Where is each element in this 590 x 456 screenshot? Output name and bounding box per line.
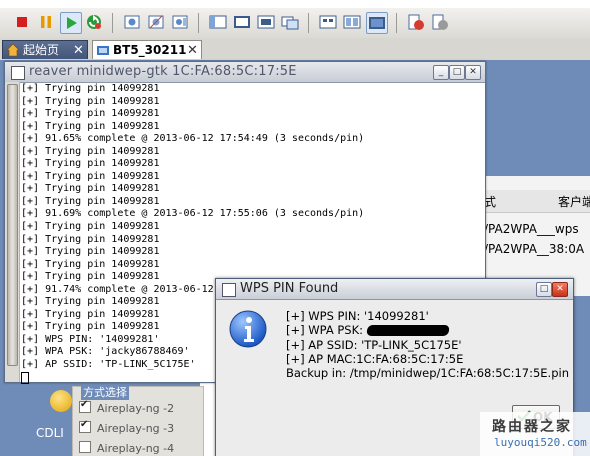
tab-bt5[interactable]: BT5_30211 ✕ bbox=[92, 40, 202, 59]
toolbar-separator bbox=[112, 13, 113, 33]
tab-label: BT5_30211 bbox=[113, 43, 187, 57]
terminal-line: [+] Trying pin 14099281 bbox=[21, 195, 160, 207]
revert-icon[interactable] bbox=[146, 12, 166, 32]
snapshot-manager-icon[interactable] bbox=[170, 12, 190, 32]
dialog-title: WPS PIN Found bbox=[240, 281, 339, 296]
unity-icon[interactable] bbox=[280, 12, 300, 32]
option-label: Aireplay-ng -4 bbox=[97, 442, 175, 455]
terminal-line: [+] Trying pin 14099281 bbox=[21, 120, 160, 132]
close-icon[interactable]: ✕ bbox=[187, 41, 198, 60]
maximize-button[interactable]: □ bbox=[449, 65, 465, 80]
checkbox[interactable] bbox=[79, 419, 91, 433]
ap-mac-line: [+] AP MAC:1C:FA:68:5C:17:5E bbox=[286, 351, 464, 366]
terminal-line: [+] Trying pin 14099281 bbox=[21, 108, 160, 120]
watermark-url: luyouqi520.com bbox=[494, 436, 587, 449]
option-aireplay-3[interactable]: Aireplay-ng -3 bbox=[79, 419, 175, 435]
list-item[interactable]: /PA2WPA___wps bbox=[484, 222, 579, 236]
toolbar bbox=[0, 8, 590, 39]
client-list-header: 式 客户端 bbox=[482, 190, 590, 213]
option-aireplay-2[interactable]: Aireplay-ng -2 bbox=[79, 399, 175, 415]
checkbox[interactable] bbox=[79, 441, 91, 453]
stop-icon[interactable] bbox=[12, 12, 32, 32]
wpa-psk-line: [+] WPA PSK: bbox=[286, 323, 367, 338]
ap-ssid-line: [+] AP SSID: 'TP-LINK_5C175E' bbox=[286, 337, 462, 352]
vm-icon bbox=[97, 46, 109, 55]
watermark: 路由器之家 luyouqi520.com bbox=[480, 412, 590, 456]
toolbar-separator bbox=[396, 13, 397, 33]
fullscreen-icon[interactable] bbox=[232, 12, 252, 32]
terminal-line: [+] Trying pin 14099281 bbox=[21, 233, 160, 245]
scrollbar-thumb[interactable] bbox=[7, 84, 18, 366]
list-item[interactable]: /PA2WPA__38:0A bbox=[484, 242, 584, 256]
terminal-line: [+] Trying pin 14099281 bbox=[21, 83, 160, 94]
dialog-titlebar[interactable]: WPS PIN Found □ ✕ bbox=[216, 279, 573, 300]
wps-pin-line: [+] WPS PIN: '14099281' bbox=[286, 309, 429, 323]
refresh-icon[interactable] bbox=[84, 12, 104, 32]
column-header: 客户端 bbox=[558, 195, 590, 209]
terminal-line: [+] Trying pin 14099281 bbox=[21, 170, 160, 182]
option-aireplay-4[interactable]: Aireplay-ng -4 bbox=[79, 441, 174, 455]
terminal-line: [+] Trying pin 14099281 bbox=[21, 183, 160, 195]
minimize-button[interactable]: _ bbox=[433, 65, 449, 80]
thumbnail-icon[interactable] bbox=[342, 12, 362, 32]
toolbar-separator bbox=[308, 13, 309, 33]
home-icon bbox=[6, 43, 20, 57]
usb-icon[interactable] bbox=[430, 12, 450, 32]
terminal-line: [+] Trying pin 14099281 bbox=[21, 246, 160, 258]
close-button[interactable]: ✕ bbox=[465, 65, 481, 80]
close-button[interactable]: ✕ bbox=[552, 282, 568, 297]
terminal-line: [+] Trying pin 14099281 bbox=[21, 145, 160, 157]
tab-strip: 起始页 ✕ BT5_30211 ✕ bbox=[0, 38, 590, 61]
terminal-line: [+] Trying pin 14099281 bbox=[21, 158, 160, 170]
backup-path-line: Backup in: /tmp/minidwep/1C:FA:68:5C:17:… bbox=[286, 366, 569, 381]
option-label: Aireplay-ng -3 bbox=[97, 422, 175, 435]
tab-label: 起始页 bbox=[23, 43, 60, 57]
console-view-icon[interactable] bbox=[318, 12, 338, 32]
full-screen-mode-icon[interactable] bbox=[366, 12, 388, 34]
window-icon bbox=[222, 283, 236, 297]
terminal-line: [+] 91.69% complete @ 2013-06-12 17:55:0… bbox=[21, 208, 365, 220]
info-icon bbox=[229, 310, 267, 348]
window-title: reaver minidwep-gtk 1C:FA:68:5C:17:5E bbox=[29, 64, 297, 79]
devices-icon[interactable] bbox=[406, 12, 426, 32]
menu-bar bbox=[0, 0, 590, 8]
option-label: Aireplay-ng -2 bbox=[97, 402, 175, 415]
play-icon[interactable] bbox=[60, 12, 82, 34]
watermark-title: 路由器之家 bbox=[492, 419, 572, 435]
terminal-line: [+] Trying pin 14099281 bbox=[21, 221, 160, 233]
sidebar-view-icon[interactable] bbox=[208, 12, 228, 32]
snapshot-icon[interactable] bbox=[122, 12, 142, 32]
window-icon bbox=[11, 66, 25, 80]
screen: 起始页 ✕ BT5_30211 ✕ 式 客户端 /PA2WPA___wps /P… bbox=[0, 0, 590, 456]
checkbox[interactable] bbox=[79, 399, 91, 413]
maximize-button[interactable]: □ bbox=[536, 282, 552, 297]
desktop-icon-label: CDLI bbox=[36, 426, 64, 440]
dialog-message: [+] WPS PIN: '14099281' [+] WPA PSK: [+]… bbox=[286, 309, 569, 380]
terminal-line: [+] Trying pin 14099281 bbox=[21, 258, 160, 270]
window-titlebar[interactable]: reaver minidwep-gtk 1C:FA:68:5C:17:5E _ … bbox=[5, 62, 485, 83]
tab-home[interactable]: 起始页 ✕ bbox=[2, 40, 88, 59]
terminal-line: [+] 91.65% complete @ 2013-06-12 17:54:4… bbox=[21, 133, 365, 145]
redacted-mark bbox=[365, 325, 450, 337]
pause-icon[interactable] bbox=[36, 12, 56, 32]
method-selection-group: 方式选择 Aireplay-ng -2 Aireplay-ng -3 Airep… bbox=[72, 384, 204, 456]
toolbar-separator bbox=[198, 13, 199, 33]
close-icon[interactable]: ✕ bbox=[73, 41, 84, 60]
desktop-app-icon[interactable] bbox=[50, 390, 72, 412]
quick-switch-icon[interactable] bbox=[256, 12, 276, 32]
terminal-line: [+] Trying pin 14099281 bbox=[21, 95, 160, 107]
scrollbar[interactable] bbox=[5, 82, 20, 382]
